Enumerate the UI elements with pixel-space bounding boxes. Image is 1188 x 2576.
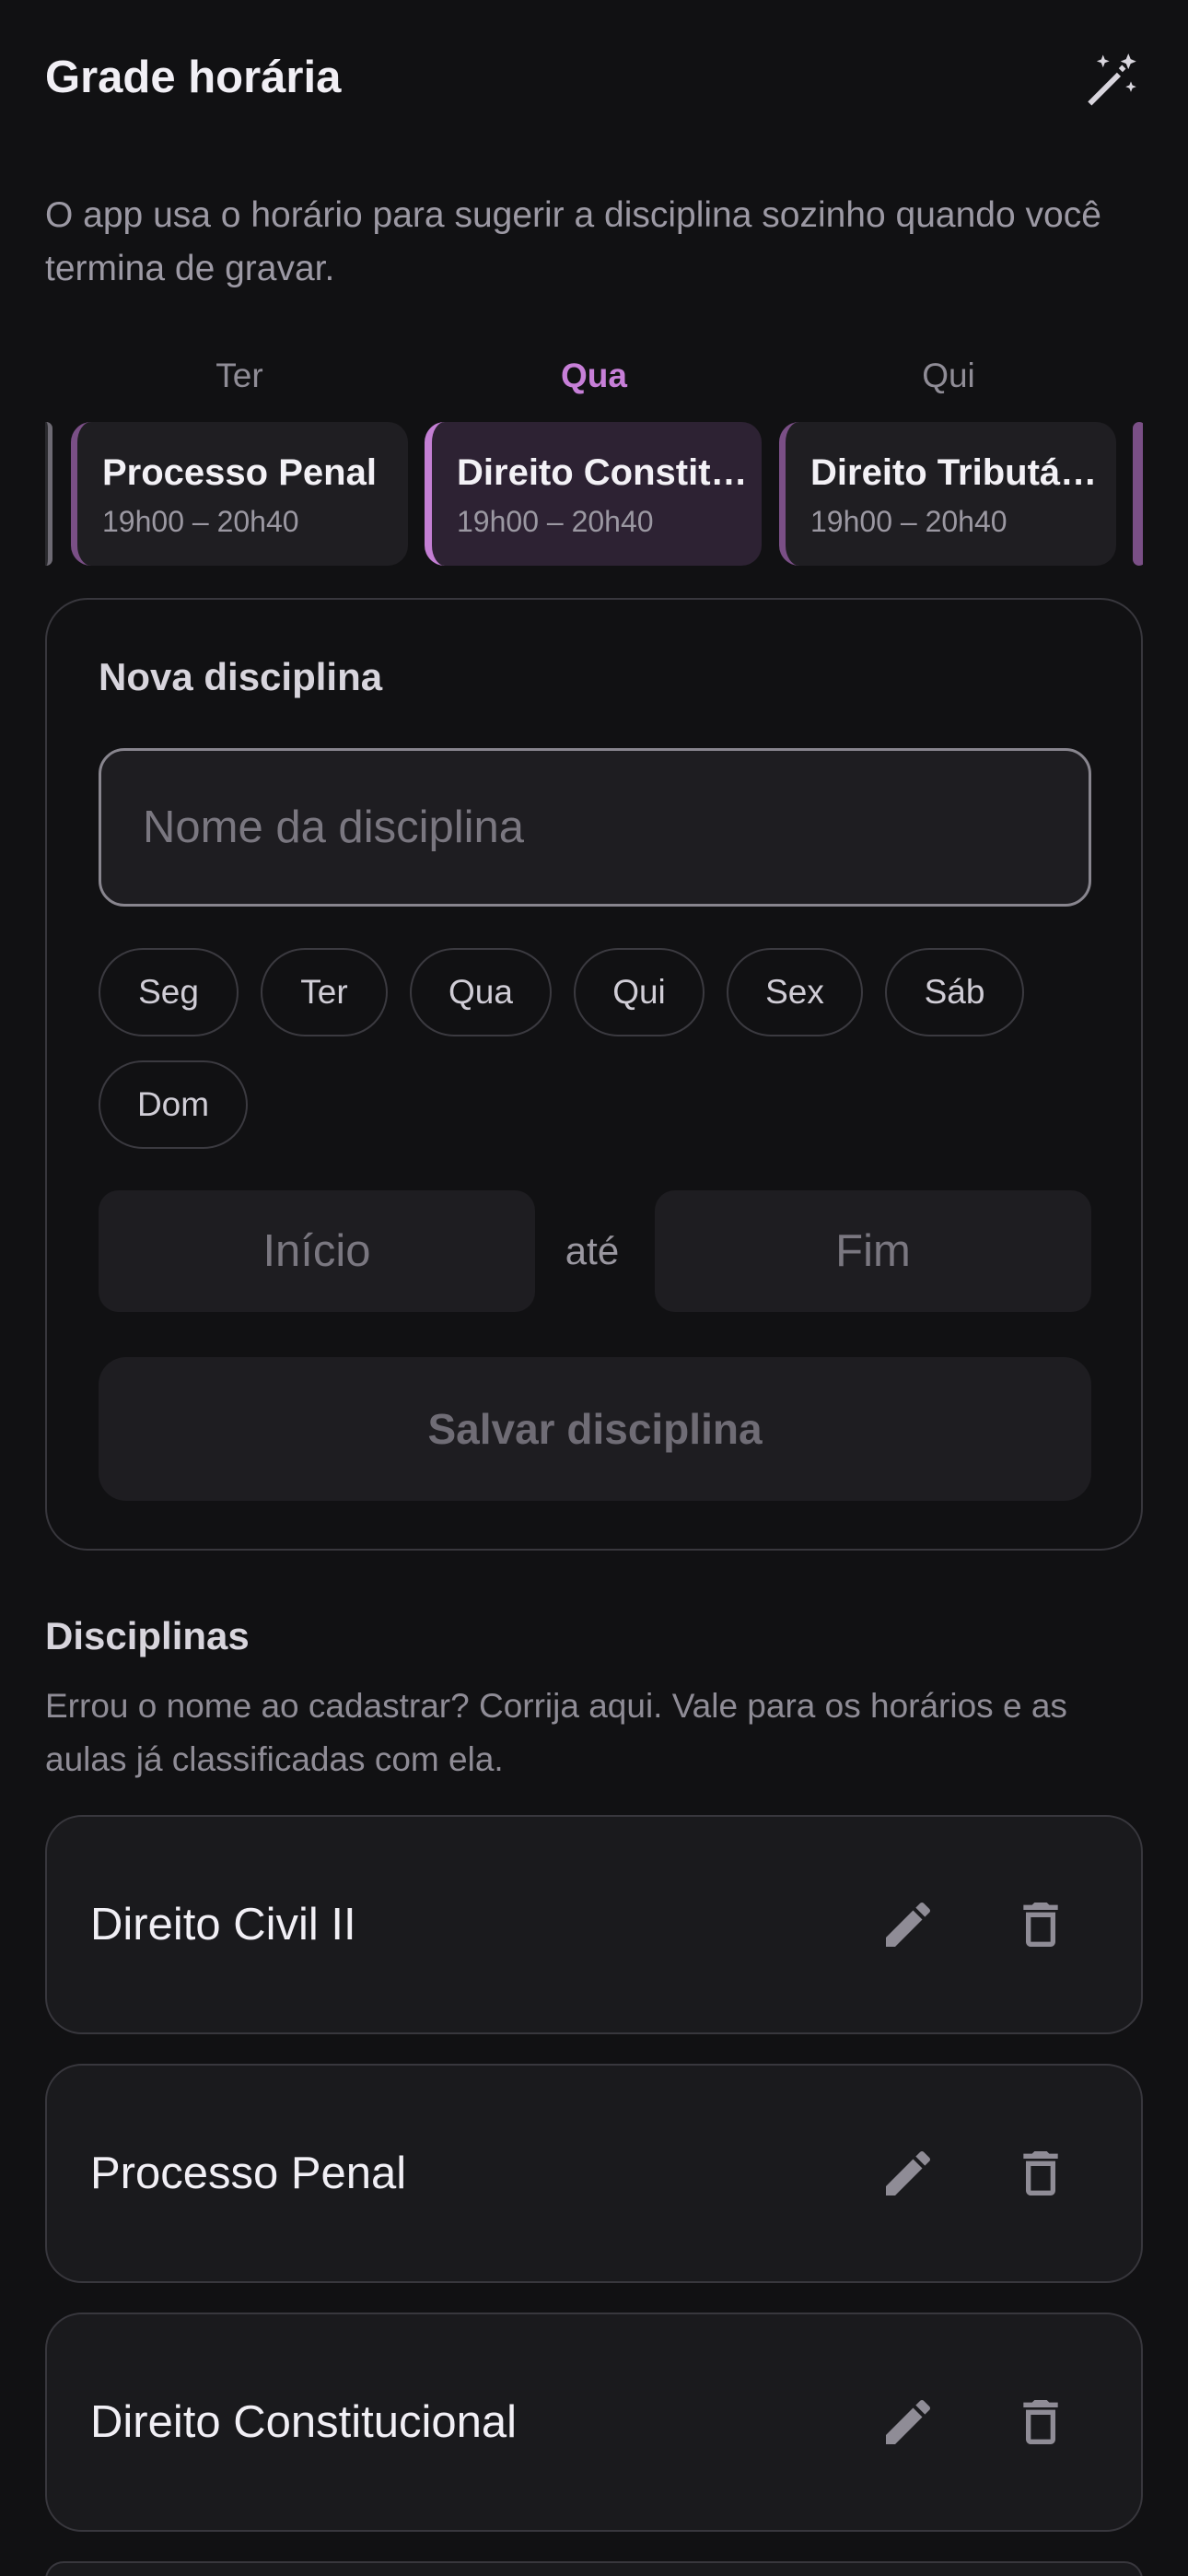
disciplines-heading: Disciplinas: [45, 1614, 250, 1657]
day-tab-ter[interactable]: Ter: [71, 348, 408, 404]
edit-button[interactable]: [871, 2137, 945, 2210]
auto-fill-button[interactable]: [1078, 48, 1143, 112]
schedule-card[interactable]: Direito Tributário 19h00 – 20h40: [779, 422, 1116, 566]
weekday-chip-sex[interactable]: Sex: [727, 948, 863, 1036]
schedule-card-title: Direito Tributário: [810, 452, 1105, 493]
header: Grade horária: [45, 48, 1143, 112]
magic-wand-icon: [1088, 53, 1136, 106]
discipline-item: Direito Constitucional: [45, 2313, 1143, 2532]
weekday-chip-seg[interactable]: Seg: [99, 948, 239, 1036]
delete-button[interactable]: [1004, 2385, 1077, 2459]
discipline-name: Processo Penal: [90, 2149, 407, 2198]
discipline-item: Processo Penal: [45, 2064, 1143, 2283]
schedule-card-time: 19h00 – 20h40: [102, 505, 299, 538]
schedule-card-time: 19h00 – 20h40: [457, 505, 654, 538]
schedule-card-partial: [45, 422, 52, 566]
weekday-chip-sab[interactable]: Sáb: [885, 948, 1024, 1036]
time-separator: até: [565, 1229, 620, 1272]
day-tab-qua[interactable]: Qua: [425, 348, 763, 404]
schedule-card[interactable]: Processo Penal 19h00 – 20h40: [71, 422, 408, 566]
page-title: Grade horária: [45, 53, 342, 102]
schedule-card-time: 19h00 – 20h40: [810, 505, 1007, 538]
trash-icon: [1023, 2400, 1058, 2444]
intro-text: O app usa o horário para sugerir a disci…: [45, 195, 1101, 288]
edit-button[interactable]: [871, 2385, 945, 2459]
save-discipline-button[interactable]: Salvar disciplina: [99, 1357, 1091, 1501]
pencil-icon: [886, 2399, 931, 2444]
pencil-icon: [886, 1902, 931, 1947]
pencil-icon: [886, 2150, 931, 2195]
form-heading: Nova disciplina: [99, 655, 383, 698]
disciplines-description: Errou o nome ao cadastrar? Corrija aqui.…: [45, 1687, 1067, 1778]
day-tabs: Ter Qua Qui: [0, 348, 1188, 404]
discipline-name: Direito Constitucional: [90, 2397, 517, 2447]
day-tab-qui[interactable]: Qui: [780, 348, 1117, 404]
delete-button[interactable]: [1004, 1888, 1077, 1961]
weekday-chip-qua[interactable]: Qua: [410, 948, 552, 1036]
edit-button[interactable]: [871, 1888, 945, 1961]
schedule-card-title: Direito Constitucional: [457, 452, 751, 493]
discipline-name-input[interactable]: [99, 748, 1091, 907]
end-time-field[interactable]: Fim: [655, 1190, 1091, 1312]
schedule-card-active[interactable]: Direito Constitucional 19h00 – 20h40: [425, 422, 762, 566]
schedule-card-title: Processo Penal: [102, 452, 377, 493]
trash-icon: [1023, 1903, 1058, 1947]
weekday-chip-dom[interactable]: Dom: [99, 1060, 248, 1149]
weekday-chip-ter[interactable]: Ter: [261, 948, 388, 1036]
schedule-screen: Grade horária O app usa o horário para s…: [0, 0, 1188, 2576]
schedule-carousel[interactable]: Processo Penal 19h00 – 20h40 Direito Con…: [45, 422, 1143, 568]
delete-button[interactable]: [1004, 2137, 1077, 2210]
discipline-name: Direito Civil II: [90, 1900, 356, 1950]
discipline-item-partial: [45, 2561, 1143, 2576]
discipline-item: Direito Civil II: [45, 1815, 1143, 2034]
start-time-field[interactable]: Início: [99, 1190, 535, 1312]
weekday-chip-qui[interactable]: Qui: [574, 948, 705, 1036]
new-discipline-form: Nova disciplina Seg Ter Qua Qui Sex Sáb …: [45, 598, 1143, 1551]
trash-icon: [1023, 2151, 1058, 2195]
schedule-card-partial: [1133, 422, 1143, 566]
